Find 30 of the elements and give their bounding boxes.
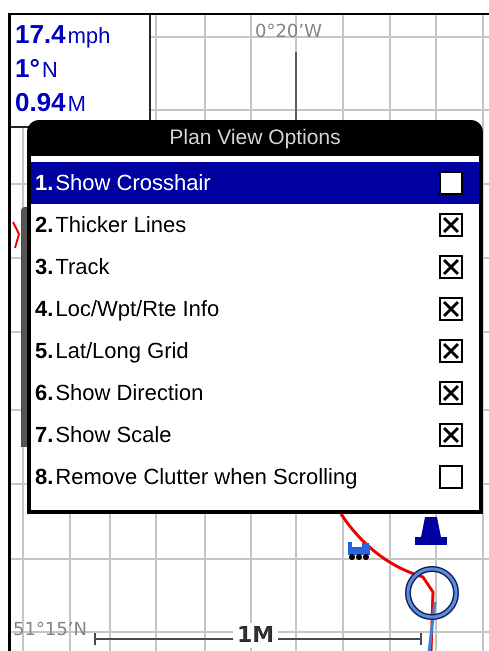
train-icon (346, 542, 372, 560)
checkbox[interactable] (439, 339, 463, 363)
checkbox[interactable] (439, 297, 463, 321)
menu-item[interactable]: 7.Show Scale (31, 414, 479, 456)
distance-value: 0.94 (15, 86, 66, 119)
checkbox[interactable] (439, 465, 463, 489)
menu-item[interactable]: 2.Thicker Lines (31, 204, 479, 246)
checkbox[interactable] (439, 213, 463, 237)
heading-unit: N (42, 56, 58, 84)
speed-unit: mph (68, 22, 110, 50)
checkbox[interactable] (439, 381, 463, 405)
menu-item[interactable]: 4.Loc/Wpt/Rte Info (31, 288, 479, 330)
direction-arrow-icon (415, 517, 447, 547)
distance-unit: M (68, 90, 86, 118)
menu-item[interactable]: 8.Remove Clutter when Scrolling (31, 456, 479, 498)
menu-item[interactable]: 6.Show Direction (31, 372, 479, 414)
checkbox[interactable] (439, 423, 463, 447)
scale-label: 1M (233, 623, 278, 648)
heading-value: 1° (15, 52, 40, 85)
menu-item[interactable]: 5.Lat/Long Grid (31, 330, 479, 372)
checkbox[interactable] (439, 255, 463, 279)
menu-item[interactable]: 1.Show Crosshair (31, 162, 479, 204)
latitude-label: 51°15’N (13, 619, 87, 640)
track-line (11, 220, 21, 250)
menu-item[interactable]: 3.Track (31, 246, 479, 288)
dialog-title: Plan View Options (168, 125, 342, 151)
checkbox[interactable] (439, 171, 463, 195)
longitude-label: 0°20’W (255, 21, 322, 42)
speed-value: 17.4 (15, 18, 66, 51)
position-marker-icon (404, 565, 460, 621)
